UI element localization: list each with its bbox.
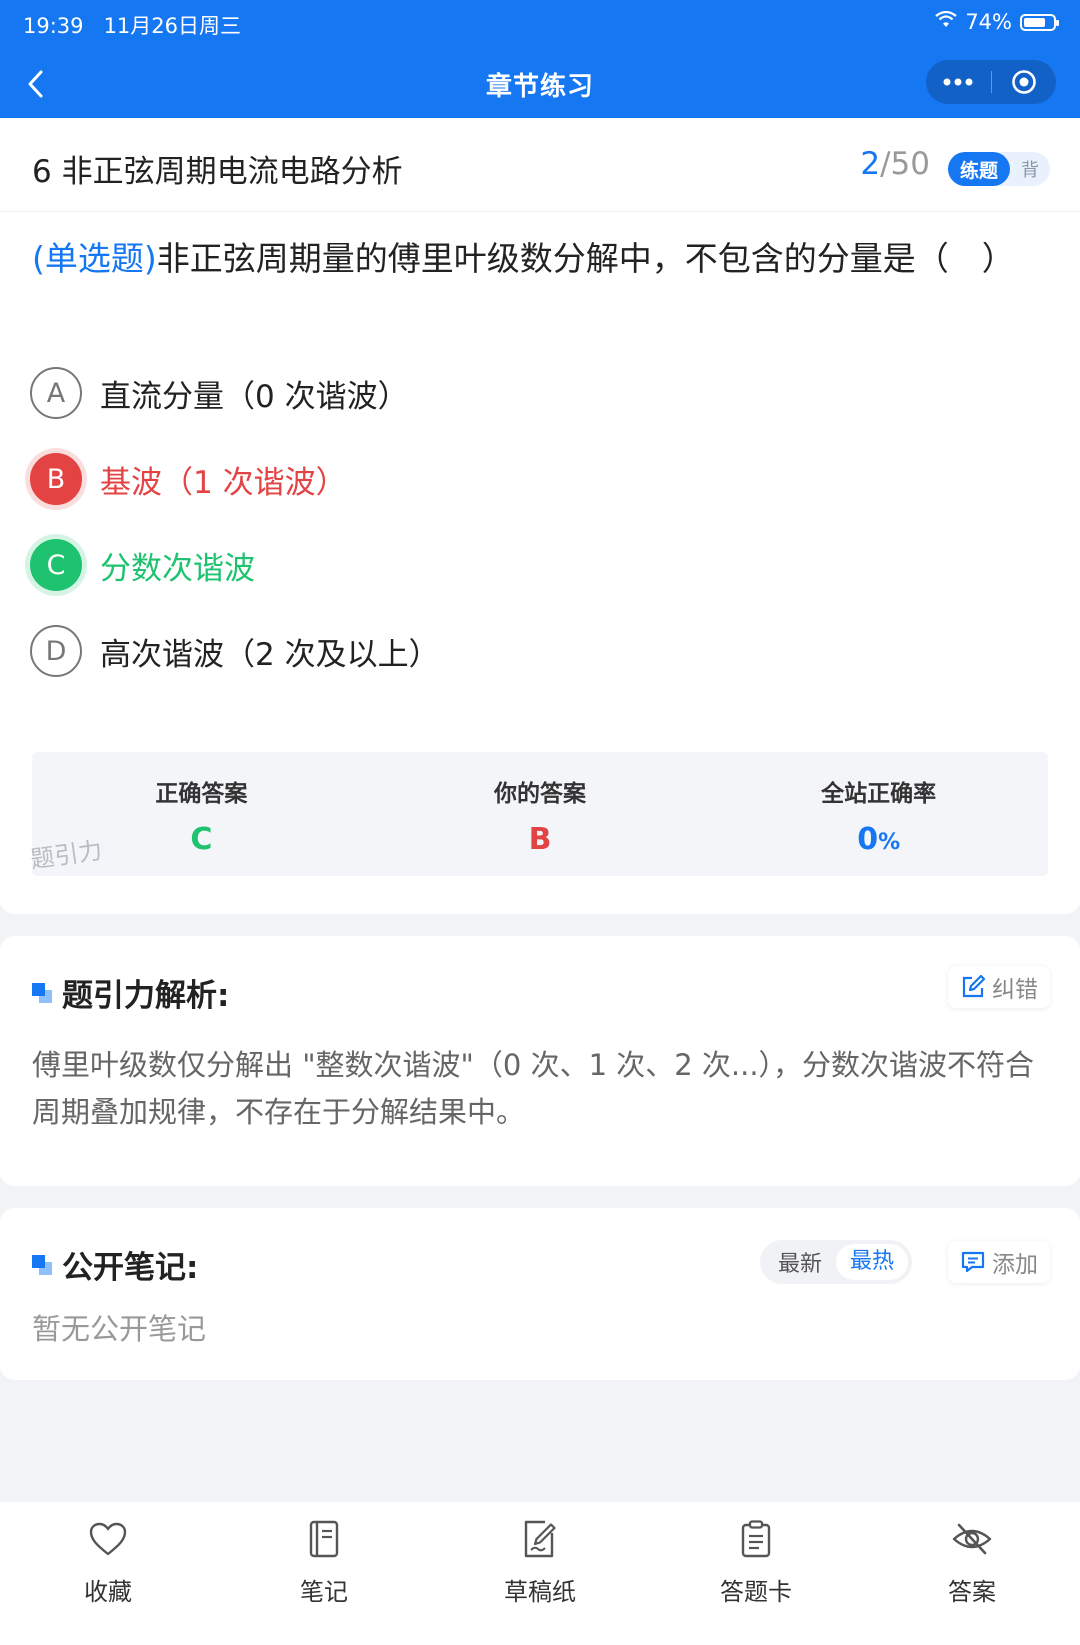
option-b[interactable]: B 基波（1 次谐波）: [30, 452, 347, 506]
heart-icon: [85, 1516, 131, 1562]
tab-label: 收藏: [84, 1578, 132, 1606]
analysis-card: 题引力解析: 纠错 傅里叶级数仅分解出 "整数次谐波"（0 次、1 次、2 次.…: [0, 936, 1080, 1186]
option-text: 高次谐波（2 次及以上）: [100, 636, 440, 673]
mode-memorize[interactable]: 背: [1010, 156, 1050, 182]
more-dots-icon: [943, 78, 973, 86]
comment-icon: [961, 1251, 985, 1273]
option-letter: D: [30, 625, 82, 677]
chapter-title: 6 非正弦周期电流电路分析: [32, 154, 403, 190]
total-questions: /50: [880, 146, 930, 182]
tab-label: 草稿纸: [504, 1578, 576, 1606]
analysis-title: 题引力解析:: [32, 970, 229, 1015]
notebook-icon: [301, 1516, 347, 1562]
battery-icon: [1020, 13, 1059, 31]
mode-toggle[interactable]: 练题 背: [948, 152, 1050, 186]
question-counter[interactable]: 2/50: [860, 146, 930, 182]
target-circle-icon: [1011, 70, 1036, 94]
chapter-bar: 6 非正弦周期电流电路分析 2/50 练题 背: [0, 118, 1080, 212]
accuracy-value: 0%: [857, 822, 901, 857]
tab-favorite[interactable]: 收藏: [0, 1502, 216, 1645]
section-mark-icon: [32, 1254, 52, 1275]
your-answer-label: 你的答案: [494, 781, 586, 807]
wifi-icon: [935, 10, 957, 34]
notes-empty-text: 暂无公开笔记: [32, 1312, 207, 1346]
answer-panel: 正确答案 C 你的答案 B 全站正确率 0%: [32, 752, 1048, 876]
tab-answer-sheet[interactable]: 答题卡: [648, 1502, 864, 1645]
current-question-number: 2: [860, 146, 881, 182]
page-title: 章节练习: [485, 72, 594, 102]
tab-notes[interactable]: 笔记: [216, 1502, 432, 1645]
status-time: 19:39 11月26日周三: [23, 14, 242, 38]
option-text: 分数次谐波: [100, 550, 255, 587]
question-type: (单选题): [32, 239, 157, 278]
section-mark-icon: [32, 982, 52, 1003]
battery-percent: 74%: [965, 10, 1012, 34]
mode-practice[interactable]: 练题: [948, 152, 1010, 186]
status-right: 74%: [935, 10, 1059, 34]
sort-latest[interactable]: 最新: [764, 1246, 836, 1278]
your-answer-col: 你的答案 B: [371, 752, 710, 876]
tab-answer[interactable]: 答案: [864, 1502, 1080, 1645]
option-a[interactable]: A 直流分量（0 次谐波）: [30, 366, 409, 420]
report-error-button[interactable]: 纠错: [948, 966, 1050, 1008]
more-button[interactable]: [926, 60, 991, 104]
answer-sheet-icon: [733, 1516, 779, 1562]
accuracy-col: 全站正确率 0%: [709, 752, 1048, 876]
mini-program-capsule: [926, 60, 1056, 104]
add-note-button[interactable]: 添加: [948, 1241, 1050, 1283]
notes-sort-toggle[interactable]: 最新 最热: [760, 1240, 912, 1284]
option-letter: C: [30, 539, 82, 591]
draft-pen-icon: [517, 1516, 563, 1562]
eye-off-icon: [949, 1516, 995, 1562]
top-bar: 19:39 11月26日周三 74% 章节练习: [0, 0, 1080, 118]
tab-label: 笔记: [300, 1578, 348, 1606]
tab-label: 答题卡: [720, 1578, 792, 1606]
option-d[interactable]: D 高次谐波（2 次及以上）: [30, 624, 440, 678]
tab-label: 答案: [948, 1578, 996, 1606]
accuracy-label: 全站正确率: [821, 781, 937, 807]
notes-title: 公开笔记:: [32, 1242, 198, 1287]
option-text: 直流分量（0 次谐波）: [100, 378, 409, 415]
question-stem: (单选题)非正弦周期量的傅里叶级数分解中，不包含的分量是（ ）: [32, 230, 1050, 288]
close-button[interactable]: [992, 60, 1057, 104]
question-text: 非正弦周期量的傅里叶级数分解中，不包含的分量是（ ）: [156, 239, 1015, 278]
analysis-text: 傅里叶级数仅分解出 "整数次谐波"（0 次、1 次、2 次...），分数次谐波不…: [32, 1048, 1035, 1129]
tab-draft[interactable]: 草稿纸: [432, 1502, 648, 1645]
question-card: (单选题)非正弦周期量的傅里叶级数分解中，不包含的分量是（ ） A 直流分量（0…: [0, 212, 1080, 914]
option-c[interactable]: C 分数次谐波: [30, 538, 255, 592]
correct-answer-label: 正确答案: [155, 781, 248, 807]
your-answer-value: B: [528, 822, 552, 857]
notes-card: 公开笔记: 最新 最热 添加 暂无公开笔记: [0, 1208, 1080, 1380]
option-text: 基波（1 次谐波）: [100, 464, 347, 501]
edit-icon: [962, 974, 986, 998]
option-letter: B: [30, 453, 82, 505]
bottom-tab-bar: 收藏 笔记 草稿纸 答题卡 答案: [0, 1502, 1080, 1645]
option-letter: A: [30, 367, 82, 419]
sort-hot[interactable]: 最热: [836, 1244, 908, 1280]
